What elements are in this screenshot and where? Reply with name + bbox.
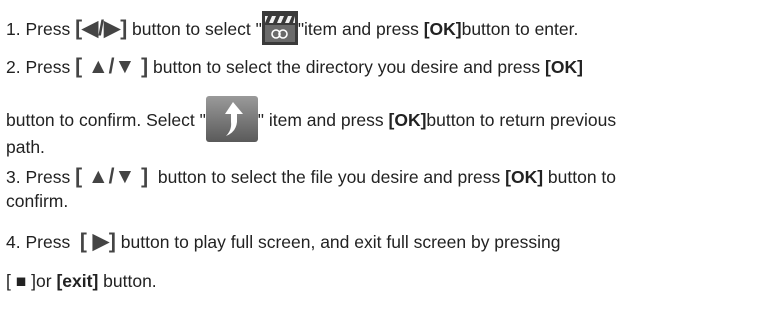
- clapperboard-icon: [261, 11, 298, 50]
- step-3-line-2: confirm.: [6, 190, 68, 212]
- step-2-line-1: 2. Press [ ▲/▼ ] button to select the di…: [6, 56, 583, 78]
- exit-key: [exit]: [56, 271, 99, 291]
- play-key: [ ▶]: [79, 230, 116, 253]
- step-4-suffix: button.: [98, 271, 157, 291]
- step-1-prefix: 1. Press: [6, 19, 76, 40]
- step-1-suffix: button to enter.: [461, 19, 579, 40]
- ok-key: [OK]: [388, 110, 427, 131]
- step-3-line-1: 3. Press [ ▲/▼ ] button to select the fi…: [6, 166, 616, 188]
- step-4-prefix: 4. Press: [6, 232, 80, 252]
- step-2-prefix: 2. Press: [6, 57, 76, 77]
- stop-key: [ ■ ]: [6, 271, 37, 291]
- step-1-after-icon: "item and press: [297, 19, 424, 40]
- step-2-line2-a: button to confirm. Select ": [6, 110, 206, 131]
- step-3-line2: confirm.: [6, 191, 69, 211]
- step-3-suffix: button to: [543, 167, 617, 187]
- step-2-mid: button to select the directory you desir…: [148, 57, 546, 77]
- up-down-key: [ ▲/▼ ]: [75, 165, 149, 188]
- step-2-line-2: button to confirm. Select " " item and p…: [6, 96, 616, 147]
- ok-key: [OK]: [505, 167, 544, 187]
- step-1-line: 1. Press [◀/▶] button to select " "item …: [6, 11, 578, 50]
- step-4-mid: button to play full screen, and exit ful…: [115, 232, 561, 252]
- ok-key: [OK]: [423, 19, 462, 40]
- step-2-line3: path.: [6, 137, 45, 157]
- ok-key: [OK]: [545, 57, 583, 77]
- return-arrow-icon: [205, 96, 258, 147]
- step-1-mid: button to select ": [127, 19, 262, 40]
- step-3-prefix: 3. Press: [6, 167, 76, 187]
- up-down-key: [ ▲/▼ ]: [75, 55, 149, 78]
- left-right-key: [◀/▶]: [75, 17, 128, 41]
- step-4-line-1: 4. Press [ ▶] button to play full screen…: [6, 231, 560, 253]
- step-4-or: or: [36, 271, 57, 291]
- step-2-line2-b: " item and press: [257, 110, 389, 131]
- step-2-line-3: path.: [6, 136, 45, 158]
- step-4-line-2: [ ■ ]or [exit] button.: [6, 270, 157, 292]
- step-2-line2-c: button to return previous: [426, 110, 617, 131]
- step-3-mid: button to select the file you desire and…: [148, 167, 506, 187]
